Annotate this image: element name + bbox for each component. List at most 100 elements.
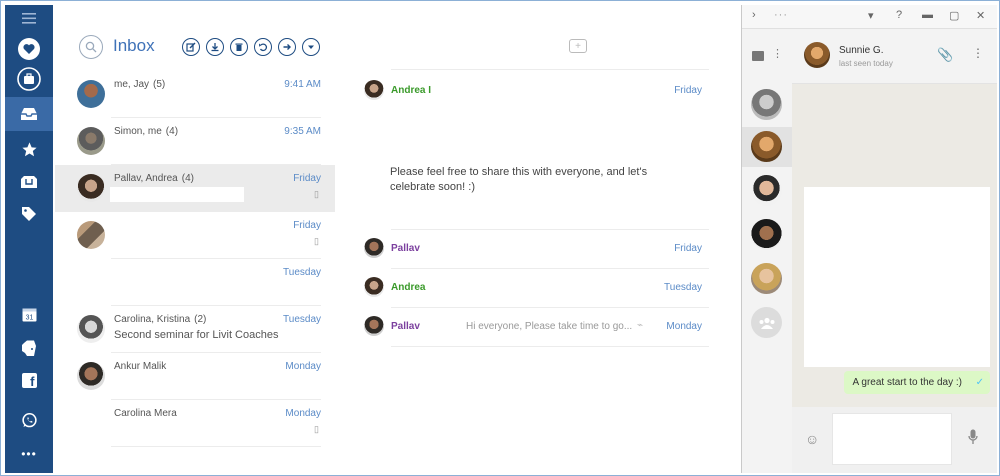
attachment-icon: ▯ xyxy=(314,189,319,199)
list-item[interactable]: me, Jay (5) 9:41 AM xyxy=(55,71,335,118)
drag-dots-icon[interactable]: ··· xyxy=(774,9,788,21)
chevron-right-icon[interactable]: › xyxy=(752,9,756,21)
minimize-icon[interactable]: ▬ xyxy=(922,9,933,21)
avatar xyxy=(77,174,105,202)
maximize-icon[interactable]: ▢ xyxy=(949,9,959,22)
thread-sender[interactable]: Pallav xyxy=(391,243,420,254)
contact-avatar[interactable] xyxy=(751,219,782,250)
facebook-letter: f xyxy=(30,373,35,389)
group-avatar[interactable] xyxy=(751,307,782,338)
list-item[interactable]: Carolina Mera Monday ▯ xyxy=(55,400,335,447)
bubble-text: A great start to the day :) xyxy=(852,377,962,388)
sender-name: Ankur Malik xyxy=(114,361,167,372)
thread-sender[interactable]: Pallav xyxy=(391,321,420,332)
sender-name: Carolina, Kristina (2) xyxy=(114,314,207,325)
paperclip-icon[interactable]: 📎 xyxy=(937,47,953,63)
thread-date: Monday xyxy=(666,321,702,332)
list-item[interactable]: Carolina, Kristina (2) Tuesday Second sem… xyxy=(55,306,335,353)
chat-bubble-icon[interactable] xyxy=(752,51,764,61)
help-icon[interactable]: ? xyxy=(896,9,902,21)
chat-titlebar: › ··· ▾ ? ▬ ▢ ✕ xyxy=(742,5,997,29)
attachment-icon: ▯ xyxy=(314,424,319,434)
contact-avatar[interactable] xyxy=(751,175,782,206)
sender-name: Pallav, Andrea (4) xyxy=(114,173,194,184)
evernote-icon[interactable] xyxy=(5,331,53,365)
chat-more-icon[interactable]: ⋮ xyxy=(972,46,984,60)
rail-more-icon[interactable]: ⋮ xyxy=(772,47,783,60)
message-input[interactable] xyxy=(832,413,952,465)
thread-date: Tuesday xyxy=(664,282,702,293)
thread-divider xyxy=(391,346,709,347)
thread-divider xyxy=(391,229,709,230)
row-time: Friday xyxy=(293,220,321,231)
contact-avatar[interactable] xyxy=(751,263,782,294)
row-time: 9:35 AM xyxy=(284,126,321,137)
briefcase-icon[interactable] xyxy=(5,62,53,96)
calendar-date-label: 31 xyxy=(25,314,33,321)
row-time: Monday xyxy=(285,408,321,419)
inbox-title: Inbox xyxy=(113,36,155,55)
chat-messages: A great start to the day :) ✓ xyxy=(792,84,997,407)
trash-icon xyxy=(235,43,243,51)
inbox-tray-icon[interactable] xyxy=(5,97,53,131)
heart-icon[interactable] xyxy=(5,32,53,66)
paperclip-icon: ⌁ xyxy=(637,320,644,331)
close-icon[interactable]: ✕ xyxy=(976,9,985,22)
contact-rail: ⋮ xyxy=(742,29,792,473)
contact-avatar[interactable] xyxy=(751,89,782,120)
list-item[interactable]: Ankur Malik Monday xyxy=(55,353,335,400)
thread-date: Friday xyxy=(674,85,702,96)
thread-sender[interactable]: Andrea xyxy=(391,282,425,293)
row-subject: Second seminar for Livit Coaches xyxy=(114,329,279,341)
avatar xyxy=(364,316,384,336)
row-time: Monday xyxy=(285,361,321,372)
search-button[interactable] xyxy=(79,35,103,59)
media-message[interactable] xyxy=(804,187,990,367)
sender-name: Simon, me (4) xyxy=(114,126,179,137)
thread-sender[interactable]: Andrea I xyxy=(391,85,431,96)
forward-button[interactable] xyxy=(278,38,296,56)
contact-name: Sunnie G. xyxy=(839,45,884,56)
row-time: Tuesday xyxy=(283,267,321,278)
dropdown-button[interactable] xyxy=(302,38,320,56)
compose-icon xyxy=(186,42,196,52)
thread-view: + Andrea I Friday Please feel free to sh… xyxy=(337,5,737,473)
list-item-selected[interactable]: Pallav, Andrea (4) Friday ▯ xyxy=(55,165,335,212)
whatsapp-icon[interactable] xyxy=(5,403,53,437)
row-time: Friday xyxy=(293,173,321,184)
menu-icon[interactable] xyxy=(5,5,53,31)
list-item[interactable]: Tuesday xyxy=(55,259,335,306)
avatar xyxy=(804,42,830,68)
avatar xyxy=(77,221,105,249)
list-item[interactable]: Simon, me (4) 9:35 AM xyxy=(55,118,335,165)
compose-button[interactable] xyxy=(182,38,200,56)
redacted-subject xyxy=(110,187,244,202)
thread-divider xyxy=(391,307,709,308)
calendar-icon[interactable]: 31 xyxy=(5,297,53,331)
avatar xyxy=(364,238,384,258)
facebook-icon[interactable]: f xyxy=(5,363,53,397)
microphone-icon[interactable] xyxy=(968,429,978,445)
chat-compose: ☺ xyxy=(792,407,997,473)
avatar xyxy=(77,362,105,390)
add-label-button[interactable]: + xyxy=(569,39,587,53)
row-divider xyxy=(111,446,321,447)
avatar xyxy=(77,80,105,108)
thread-count: (4) xyxy=(181,173,194,184)
plus-icon: + xyxy=(575,40,581,52)
search-icon xyxy=(85,41,97,53)
star-icon[interactable] xyxy=(5,132,53,166)
emoji-icon[interactable]: ☺ xyxy=(805,431,819,447)
trash-button[interactable] xyxy=(230,38,248,56)
tag-icon[interactable] xyxy=(5,197,53,231)
forward-icon xyxy=(283,44,291,50)
row-time: 9:41 AM xyxy=(284,79,321,90)
left-nav: 31 f ••• xyxy=(5,5,53,473)
list-item[interactable]: Friday ▯ xyxy=(55,212,335,259)
undo-button[interactable] xyxy=(254,38,272,56)
contact-avatar[interactable] xyxy=(751,131,782,162)
folder-icon[interactable] xyxy=(5,165,53,199)
download-button[interactable] xyxy=(206,38,224,56)
more-icon[interactable]: ••• xyxy=(5,437,53,471)
pin-icon[interactable]: ▾ xyxy=(868,9,874,22)
